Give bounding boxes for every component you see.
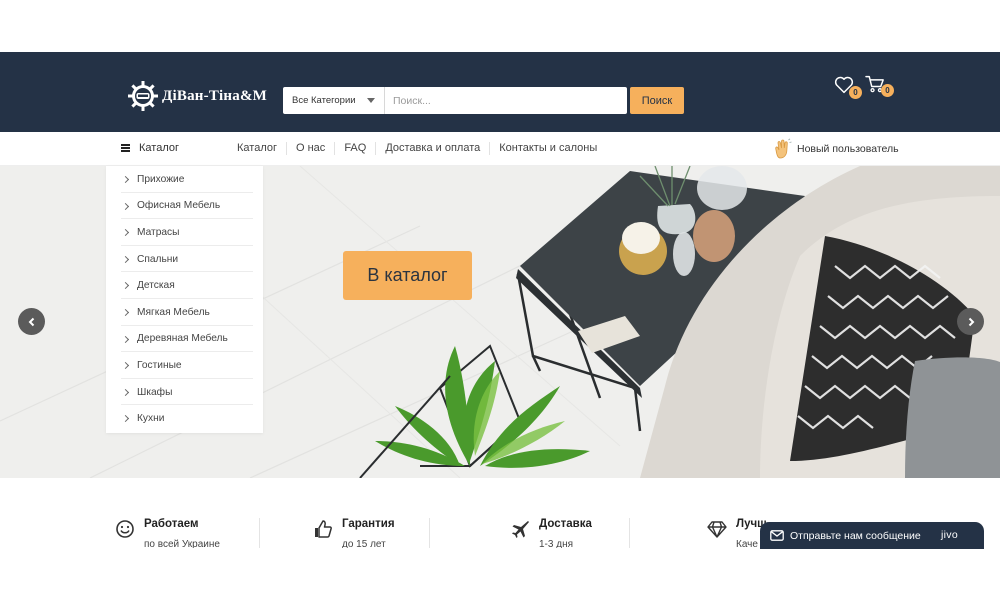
chat-widget-button[interactable]: Отправьте нам сообщение jivo: [760, 522, 984, 549]
user-account-label: Новый пользователь: [797, 143, 899, 155]
chevron-left-icon: [28, 317, 34, 326]
diamond-icon: [707, 521, 727, 538]
feature-item: Лучш Каче: [707, 518, 767, 548]
chat-brand-logo: jivo: [941, 529, 958, 541]
category-item[interactable]: Спальни: [106, 246, 263, 273]
feature-subtitle: по всей Украине: [144, 539, 220, 548]
feature-item: Работаем по всей Украине: [115, 518, 220, 548]
waving-hand-icon: [775, 138, 792, 159]
feature-title: Гарантия: [342, 518, 395, 530]
chat-widget-label: Отправьте нам сообщение: [790, 529, 921, 542]
cart-button[interactable]: 0: [865, 75, 894, 102]
divider: [629, 518, 630, 548]
divider: [259, 518, 260, 548]
page: ДіВан-Тіна&М Все Категории Поиск 0 0: [0, 0, 1000, 600]
feature-item: Доставка 1-3 дня: [510, 518, 592, 548]
top-menu: Каталог О нас FAQ Доставка и оплата Конт…: [237, 142, 606, 155]
gear-logo-icon: [128, 81, 158, 111]
menu-item-about[interactable]: О нас: [286, 142, 334, 155]
feature-subtitle: 1-3 дня: [539, 539, 574, 548]
menu-item-faq[interactable]: FAQ: [334, 142, 375, 155]
category-select[interactable]: Все Категории: [283, 87, 385, 114]
category-item[interactable]: Кухни: [106, 405, 263, 432]
search-input[interactable]: [385, 87, 627, 114]
catalog-cta-button[interactable]: В каталог: [343, 251, 472, 300]
category-item[interactable]: Прихожие: [106, 166, 263, 193]
menu-item-contacts[interactable]: Контакты и салоны: [489, 142, 606, 155]
mail-icon: [770, 530, 784, 541]
category-item[interactable]: Деревяная Мебель: [106, 326, 263, 353]
main-nav: Каталог Каталог О нас FAQ Доставка и опл…: [0, 132, 1000, 166]
airplane-icon: [512, 521, 529, 538]
logo-text: ДіВан-Тіна&М: [162, 87, 267, 104]
smile-icon: [116, 520, 134, 538]
category-item[interactable]: Шкафы: [106, 379, 263, 406]
thumbs-up-icon: [315, 520, 332, 538]
chevron-down-icon: [367, 98, 375, 103]
search-button[interactable]: Поиск: [630, 87, 684, 114]
feature-title: Работаем: [144, 518, 199, 530]
search-bar: Все Категории: [283, 87, 627, 114]
user-account-link[interactable]: Новый пользователь: [772, 138, 899, 160]
category-item[interactable]: Гостиные: [106, 352, 263, 379]
category-item[interactable]: Мягкая Мебель: [106, 299, 263, 326]
feature-item: Гарантия до 15 лет: [313, 518, 395, 548]
chevron-right-icon: [968, 317, 974, 326]
slider-next-button[interactable]: [957, 308, 984, 335]
category-dropdown: Прихожие Офисная Мебель Матрасы Спальни …: [106, 166, 263, 433]
category-item[interactable]: Офисная Мебель: [106, 193, 263, 220]
menu-item-catalog[interactable]: Каталог: [237, 142, 286, 155]
category-item[interactable]: Матрасы: [106, 219, 263, 246]
menu-item-delivery[interactable]: Доставка и оплата: [375, 142, 489, 155]
catalog-toggle-label: Каталог: [139, 142, 179, 154]
category-item[interactable]: Детская: [106, 272, 263, 299]
hamburger-icon: [121, 144, 130, 152]
feature-subtitle: до 15 лет: [342, 539, 386, 548]
divider: [429, 518, 430, 548]
wishlist-count-badge: 0: [849, 86, 862, 99]
feature-title: Доставка: [539, 518, 592, 530]
logo[interactable]: ДіВан-Тіна&М: [127, 80, 267, 112]
catalog-toggle[interactable]: Каталог: [121, 142, 179, 154]
cart-count-badge: 0: [881, 84, 894, 97]
wishlist-button[interactable]: 0: [834, 76, 862, 102]
slider-prev-button[interactable]: [18, 308, 45, 335]
header-bar: ДіВан-Тіна&М Все Категории Поиск 0 0: [0, 52, 1000, 132]
category-select-value: Все Категории: [292, 95, 356, 106]
